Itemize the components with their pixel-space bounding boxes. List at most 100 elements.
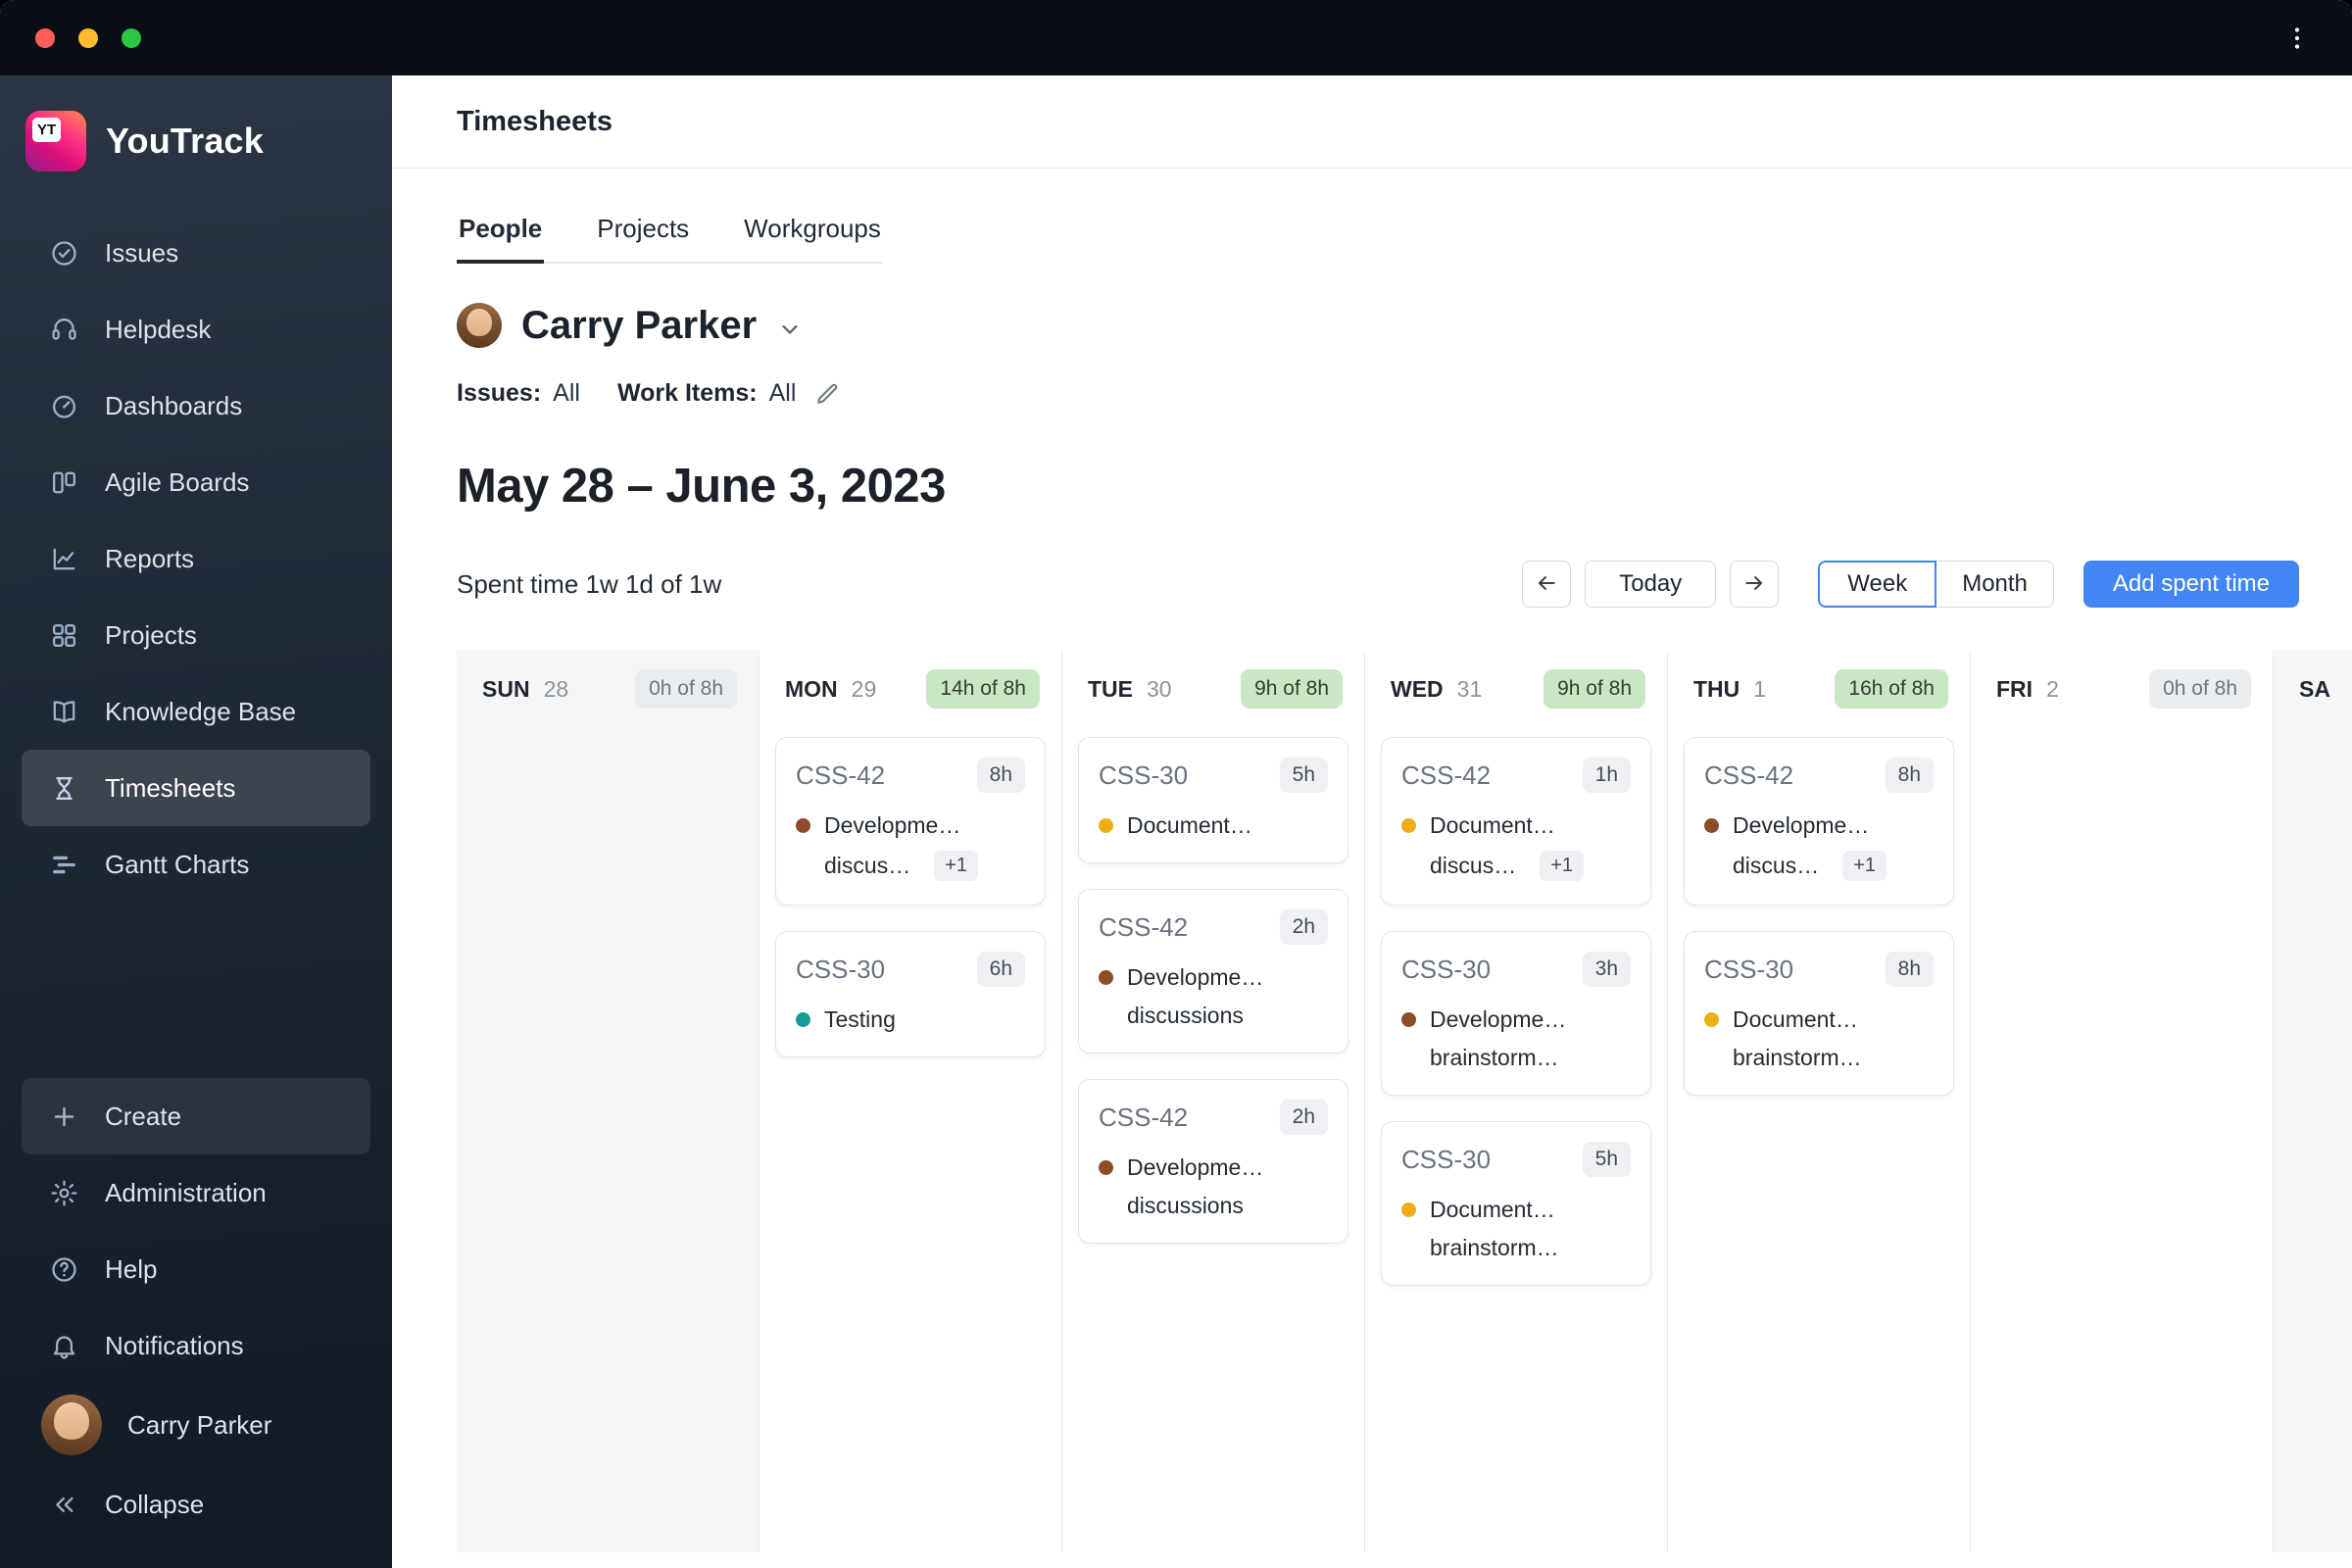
week-toggle-button[interactable]: Week — [1818, 561, 1937, 608]
sidebar-item-gantt-charts[interactable]: Gantt Charts — [22, 826, 370, 903]
hours-badge: 2h — [1279, 1100, 1328, 1135]
work-item-card[interactable]: CSS-30 3h Developme… brainstorm… — [1381, 931, 1651, 1096]
issue-id[interactable]: CSS-42 — [1401, 760, 1491, 791]
work-type-label: discus… — [824, 853, 911, 878]
day-number: 2 — [2046, 675, 2059, 702]
edit-pencil-icon[interactable] — [813, 380, 841, 408]
work-item-card[interactable]: CSS-42 2h Developme… discussions — [1078, 889, 1348, 1054]
day-abbrev: WED — [1391, 675, 1444, 702]
work-type-label: Developme… — [1127, 1154, 1264, 1180]
sidebar-item-issues[interactable]: Issues — [22, 215, 370, 291]
day-hours-badge: 9h of 8h — [1544, 669, 1645, 709]
sidebar-user-profile[interactable]: Carry Parker — [22, 1384, 370, 1466]
gear-icon — [49, 1178, 79, 1208]
day-abbrev: MON — [785, 675, 838, 702]
person-selector[interactable]: Carry Parker — [457, 303, 2352, 348]
day-header: WED 31 9h of 8h — [1365, 651, 1667, 711]
sidebar-item-timesheets[interactable]: Timesheets — [22, 750, 370, 826]
sidebar-item-help[interactable]: Help — [22, 1231, 370, 1307]
more-count-badge: +1 — [1540, 851, 1585, 881]
work-item-card[interactable]: CSS-42 2h Developme… discussions — [1078, 1079, 1348, 1244]
work-item-card[interactable]: CSS-30 8h Document… brainstorm… — [1684, 931, 1954, 1096]
work-type-label: Document… — [1430, 812, 1555, 838]
filters-row: Issues: All Work Items: All — [457, 379, 2352, 408]
sidebar-bottom: Create Administration Help Notifications… — [0, 1078, 392, 1543]
prev-week-button[interactable] — [1522, 561, 1572, 608]
sidebar-item-agile-boards[interactable]: Agile Boards — [22, 444, 370, 520]
work-item-card[interactable]: CSS-42 1h Document… discus… +1 — [1381, 737, 1651, 906]
work-item-card[interactable]: CSS-30 6h Testing — [775, 931, 1046, 1057]
day-header: SUN 28 0h of 8h — [457, 651, 759, 711]
person-name: Carry Parker — [521, 303, 758, 347]
month-toggle-button[interactable]: Month — [1936, 561, 2054, 608]
issue-id[interactable]: CSS-42 — [1099, 912, 1188, 943]
today-button[interactable]: Today — [1585, 561, 1717, 608]
issue-id[interactable]: CSS-30 — [1401, 955, 1491, 985]
issue-id[interactable]: CSS-42 — [1704, 760, 1793, 791]
projects-icon — [49, 620, 79, 651]
add-spent-time-button[interactable]: Add spent time — [2082, 561, 2299, 608]
work-item-card[interactable]: CSS-30 5h Document… — [1078, 737, 1348, 863]
tab-workgroups[interactable]: Workgroups — [742, 214, 883, 264]
day-cards: CSS-42 8h Developme… discus… +1 — [1668, 711, 1970, 1096]
brand-name: YouTrack — [106, 121, 264, 161]
day-cards: CSS-30 5h Document… CSS-42 2h Developme…… — [1062, 711, 1364, 1244]
app-window: YT YouTrack Issues Helpdesk Dashboards A… — [0, 0, 2352, 1568]
sidebar-item-helpdesk[interactable]: Helpdesk — [22, 291, 370, 368]
day-number: 1 — [1753, 675, 1767, 702]
work-type-dot — [1099, 970, 1113, 985]
issue-id[interactable]: CSS-30 — [1099, 760, 1188, 791]
day-column-thu: THU 1 16h of 8h CSS-42 8h Developme… dis… — [1668, 651, 1971, 1552]
knowledge-base-icon — [49, 697, 79, 727]
work-items-filter-value[interactable]: All — [769, 379, 797, 408]
work-type-label: discussions — [1127, 1193, 1244, 1218]
hours-badge: 3h — [1582, 952, 1631, 987]
tab-projects[interactable]: Projects — [595, 214, 691, 264]
work-type-label: brainstorm… — [1430, 1045, 1559, 1070]
sidebar-item-projects[interactable]: Projects — [22, 597, 370, 673]
tab-people[interactable]: People — [457, 214, 545, 264]
more-count-badge: +1 — [1842, 851, 1887, 881]
day-column-mon: MON 29 14h of 8h CSS-42 8h Developme… di… — [760, 651, 1062, 1552]
next-week-button[interactable] — [1730, 561, 1780, 608]
sidebar-item-label: Reports — [105, 543, 195, 573]
sidebar-item-label: Help — [105, 1253, 158, 1284]
day-number: 29 — [851, 675, 877, 702]
day-cards: CSS-42 1h Document… discus… +1 CSS-30 3h… — [1365, 711, 1667, 1286]
tab-bar: People Projects Workgroups — [457, 214, 883, 264]
issues-filter-value[interactable]: All — [553, 379, 580, 408]
main-content: Timesheets People Projects Workgroups Ca… — [392, 75, 2352, 1568]
work-type-dot — [1704, 1012, 1719, 1027]
create-button[interactable]: Create — [22, 1078, 370, 1154]
work-type-label: Developme… — [824, 812, 961, 838]
sidebar-item-administration[interactable]: Administration — [22, 1154, 370, 1231]
issue-id[interactable]: CSS-30 — [1704, 955, 1793, 985]
hours-badge: 8h — [1885, 952, 1934, 987]
kebab-menu-icon[interactable] — [2278, 19, 2317, 58]
controls-row: Spent time 1w 1d of 1w Today Week Month … — [457, 561, 2299, 608]
sidebar-item-dashboards[interactable]: Dashboards — [22, 368, 370, 444]
sidebar-item-knowledge-base[interactable]: Knowledge Base — [22, 673, 370, 750]
zoom-button[interactable] — [122, 27, 141, 48]
chevron-down-icon[interactable] — [776, 316, 804, 343]
issue-id[interactable]: CSS-30 — [796, 955, 885, 985]
sidebar-item-reports[interactable]: Reports — [22, 520, 370, 597]
issue-id[interactable]: CSS-42 — [1099, 1102, 1188, 1133]
day-cards: CSS-42 8h Developme… discus… +1 — [760, 711, 1061, 1057]
work-item-card[interactable]: CSS-42 8h Developme… discus… +1 — [775, 737, 1046, 906]
sidebar-item-label: Administration — [105, 1177, 267, 1207]
work-item-card[interactable]: CSS-42 8h Developme… discus… +1 — [1684, 737, 1954, 906]
work-item-card[interactable]: CSS-30 5h Document… brainstorm… — [1381, 1121, 1651, 1286]
minimize-button[interactable] — [78, 27, 98, 48]
day-header: TUE 30 9h of 8h — [1062, 651, 1364, 711]
sidebar-collapse-button[interactable]: Collapse — [22, 1466, 370, 1543]
issue-id[interactable]: CSS-42 — [796, 760, 885, 791]
close-button[interactable] — [35, 27, 55, 48]
sidebar-item-notifications[interactable]: Notifications — [22, 1307, 370, 1384]
work-type-label: discus… — [1430, 853, 1517, 878]
day-abbrev: SA — [2299, 675, 2330, 702]
issue-id[interactable]: CSS-30 — [1401, 1145, 1491, 1175]
hours-badge: 5h — [1582, 1142, 1631, 1177]
work-type-label: Testing — [824, 1006, 896, 1032]
controls-right: Today Week Month Add spent time — [1522, 561, 2299, 608]
